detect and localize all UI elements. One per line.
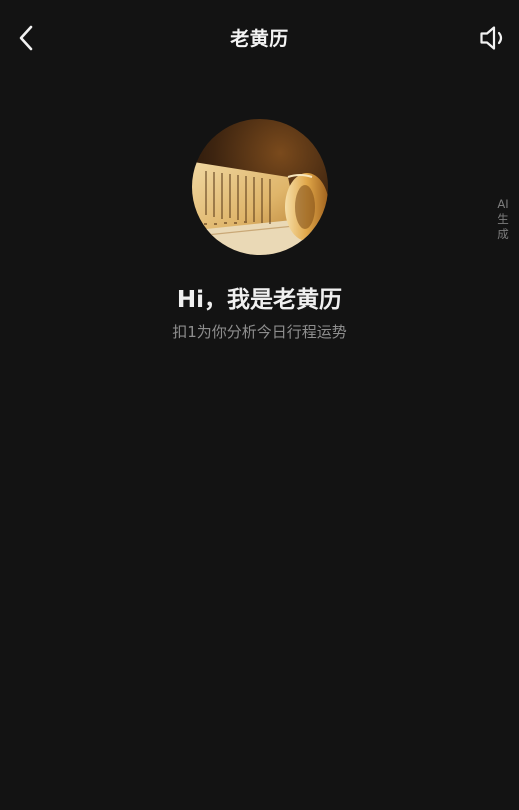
greeting-text: Hi，我是老黄历	[176, 287, 343, 313]
ai-generated-tag: AI生成	[497, 197, 509, 241]
ancient-scroll-image	[192, 119, 328, 255]
top-bar: 老黄历	[0, 0, 519, 76]
subtitle-text: 扣1为你分析今日行程运势	[172, 323, 347, 341]
avatar	[192, 119, 328, 255]
sound-button[interactable]	[475, 20, 511, 56]
speaker-icon	[480, 26, 503, 50]
page-title: 老黄历	[230, 28, 289, 50]
